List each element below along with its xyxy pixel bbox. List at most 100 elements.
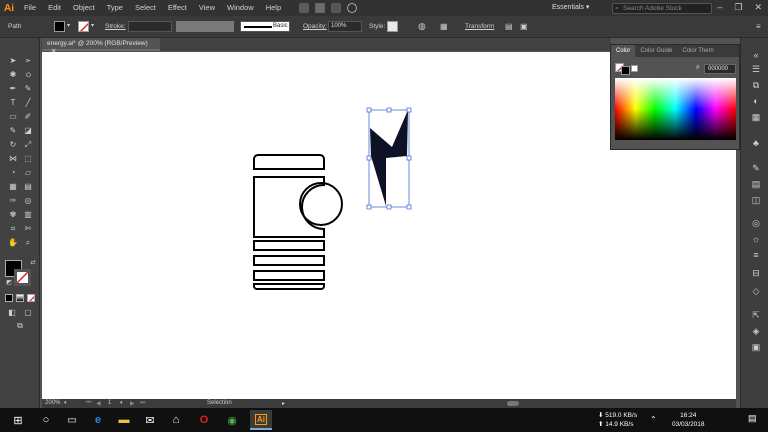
menu-window[interactable]: Window [221,0,260,16]
graphic-style-swatch[interactable] [387,21,398,32]
brush-definition-select[interactable]: Basic [240,21,290,32]
white-swatch[interactable] [631,65,638,72]
edit-toolbar-icon[interactable]: ⧉ [14,321,26,331]
transparency-icon[interactable]: ☼ [751,234,761,244]
layers-icon[interactable]: ◈ [751,326,761,336]
menu-object[interactable]: Object [67,0,101,16]
appearance-icon[interactable]: ◎ [751,218,761,228]
menu-edit[interactable]: Edit [42,0,67,16]
menu-file[interactable]: File [18,0,42,16]
gpu-performance-icon[interactable] [347,3,358,13]
resize-handle[interactable] [406,204,412,210]
stroke-color-box[interactable] [14,269,31,286]
menu-type[interactable]: Type [101,0,129,16]
opacity-field[interactable]: 100% [328,21,362,32]
swap-fill-stroke-icon[interactable]: ⇄ [27,258,39,268]
brushes-icon[interactable]: ✎ [751,163,761,173]
recolor-artwork-icon[interactable]: ◍ [418,21,426,32]
stock-icon[interactable] [315,3,326,13]
paintbrush-tool-icon[interactable]: ✐ [22,112,34,122]
resize-handle[interactable] [386,107,392,113]
stroke-label[interactable]: Stroke: [105,21,126,32]
minimize-icon[interactable]: – [717,2,722,13]
graphic-styles-icon[interactable]: ◫ [751,195,761,205]
transform-link[interactable]: Transform [465,21,494,32]
stroke-swatch[interactable] [78,21,89,32]
symbols-icon[interactable]: ♣ [751,138,761,148]
magic-wand-tool-icon[interactable]: ✱ [7,70,19,80]
chevron-down-icon[interactable]: ▾ [91,21,94,32]
stroke-weight-field[interactable] [128,21,172,32]
mesh-tool-icon[interactable]: ▦ [7,182,19,192]
tab-color-guide[interactable]: Color Guide [635,45,677,57]
show-hidden-icons-icon[interactable]: ⌃ [650,415,657,424]
chevron-down-icon[interactable]: ▾ [120,400,123,406]
next-artboard-icon[interactable]: ▶ [130,400,135,407]
lasso-tool-icon[interactable]: ഠ [22,70,34,80]
export-icon[interactable]: ⇱ [751,310,761,320]
zoom-tool-icon[interactable]: ⌕ [22,238,34,248]
line-segment-tool-icon[interactable]: ╱ [22,98,34,108]
align-panel-icon[interactable]: ⊟ [751,268,761,278]
color-spectrum[interactable] [615,78,736,140]
color-mode-icon[interactable] [5,294,13,302]
stroke-panel-icon[interactable]: ≡ [751,250,761,260]
artboard-tool-icon[interactable]: ⌗ [7,224,19,234]
eyedropper-tool-icon[interactable]: ✑ [7,196,19,206]
default-fill-stroke-icon[interactable]: ◩ [3,278,15,288]
hex-color-input[interactable]: 000000 [704,64,736,74]
rectangle-tool-icon[interactable]: ▭ [7,112,19,122]
panel-collapse-icon[interactable]: « [751,50,761,60]
pen-tool-icon[interactable]: ✒ [7,84,19,94]
menu-help[interactable]: Help [260,0,287,16]
store-icon[interactable]: ⌂ [168,412,184,428]
menu-effect[interactable]: Effect [162,0,193,16]
arrange-documents-icon[interactable] [331,3,342,13]
windows-start-icon[interactable]: ⊞ [10,412,26,428]
resize-handle[interactable] [366,155,372,161]
shape-options-icon[interactable]: ▤ [505,21,513,32]
previous-artboard-icon[interactable]: ◀ [96,400,101,407]
fill-swatch[interactable] [54,21,65,32]
blend-tool-icon[interactable]: ◎ [22,196,34,206]
fill-swatch[interactable] [621,66,630,75]
screen-mode-icon[interactable]: ▢ [22,308,34,318]
tab-color-themes[interactable]: Color Them [677,45,718,57]
properties-icon[interactable]: ☰ [751,64,761,74]
type-tool-icon[interactable]: T [7,98,19,108]
maximize-icon[interactable]: ❐ [734,2,742,13]
edge-icon[interactable]: e [90,412,106,428]
eraser-tool-icon[interactable]: ◪ [22,126,34,136]
search-icon[interactable]: ○ [38,412,54,428]
color-panel-icon[interactable]: ◐ [751,96,761,106]
direct-selection-tool-icon[interactable]: ➢ [22,56,34,66]
scale-tool-icon[interactable]: ⤢ [22,140,34,150]
perspective-grid-tool-icon[interactable]: ▱ [22,168,34,178]
workspace-switcher[interactable]: Essentials ▾ [552,3,589,11]
chevron-right-icon[interactable]: ▸ [282,400,285,407]
task-view-icon[interactable]: ▭ [64,412,80,428]
gradient-panel-icon[interactable]: ◇ [751,286,761,296]
artboards-panel-icon[interactable]: ▣ [751,342,761,352]
shaper-tool-icon[interactable]: ✎ [7,126,19,136]
file-explorer-icon[interactable]: ▬ [116,412,132,428]
align-icon[interactable]: ▦ [440,21,448,32]
panel-menu-icon[interactable]: ≡ [756,21,761,32]
mail-icon[interactable]: ✉ [142,412,158,428]
swatches-icon[interactable]: ▤ [751,179,761,189]
hand-tool-icon[interactable]: ✋ [7,238,19,248]
first-artboard-icon[interactable]: ⏮ [86,400,91,407]
resize-handle[interactable] [406,155,412,161]
free-transform-tool-icon[interactable]: ⬚ [22,154,34,164]
resize-handle[interactable] [366,204,372,210]
slice-tool-icon[interactable]: ✄ [22,224,34,234]
artboard-number[interactable]: 1 [108,400,111,406]
libraries-icon[interactable]: ⧉ [751,80,761,90]
opacity-label[interactable]: Opacity: [303,21,327,32]
illustrator-taskbar-button[interactable]: Ai [250,410,272,430]
width-tool-icon[interactable]: ⋈ [7,154,19,164]
tab-color[interactable]: Color [611,45,636,57]
horizontal-scrollbar-thumb[interactable] [507,401,519,406]
column-graph-tool-icon[interactable]: ▥ [22,210,34,220]
last-artboard-icon[interactable]: ⏭ [140,400,145,407]
